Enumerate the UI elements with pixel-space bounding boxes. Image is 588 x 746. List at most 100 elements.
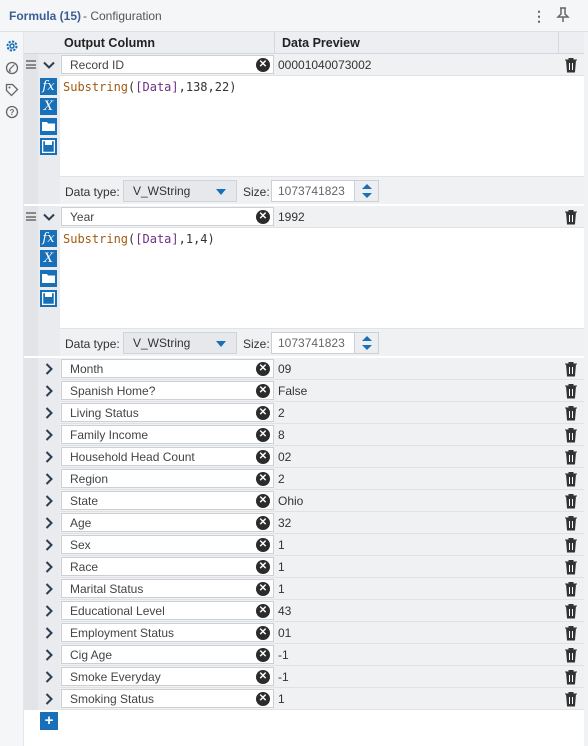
formula-row[interactable]: Month ✕ 09 xyxy=(60,358,584,380)
clear-icon[interactable]: ✕ xyxy=(256,494,270,508)
spin-up-icon[interactable] xyxy=(362,336,372,341)
formula-row[interactable]: Region ✕ 2 xyxy=(60,468,584,490)
size-stepper[interactable] xyxy=(354,181,378,201)
formula-row[interactable]: Cig Age ✕ -1 xyxy=(60,644,584,666)
clear-icon[interactable]: ✕ xyxy=(256,560,270,574)
trash-icon[interactable] xyxy=(564,361,578,377)
chevron-right-icon[interactable] xyxy=(38,402,60,424)
clear-icon[interactable]: ✕ xyxy=(256,428,270,442)
expression-text[interactable]: Substring([Data],1,4) xyxy=(63,232,215,246)
spin-down-icon[interactable] xyxy=(362,193,372,198)
variable-icon[interactable]: X xyxy=(40,98,57,115)
trash-icon[interactable] xyxy=(564,449,578,465)
output-column-field[interactable]: Region xyxy=(61,469,274,488)
chevron-right-icon[interactable] xyxy=(38,578,60,600)
trash-icon[interactable] xyxy=(564,493,578,509)
trash-icon[interactable] xyxy=(564,57,578,73)
clear-icon[interactable]: ✕ xyxy=(256,384,270,398)
clear-icon[interactable]: ✕ xyxy=(256,472,270,486)
chevron-right-icon[interactable] xyxy=(38,468,60,490)
formula-row[interactable]: Household Head Count ✕ 02 xyxy=(60,446,584,468)
output-column-field[interactable]: Household Head Count xyxy=(61,447,274,466)
datatype-select[interactable]: V_WString xyxy=(123,180,237,202)
variable-icon[interactable]: X xyxy=(40,250,57,267)
more-icon[interactable]: ⋮ xyxy=(532,8,546,25)
size-input[interactable]: 1073741823 xyxy=(271,180,379,202)
trash-icon[interactable] xyxy=(564,209,578,225)
clear-icon[interactable]: ✕ xyxy=(256,406,270,420)
output-column-field[interactable]: Educational Level xyxy=(61,601,274,620)
clear-icon[interactable]: ✕ xyxy=(256,582,270,596)
trash-icon[interactable] xyxy=(564,383,578,399)
trash-icon[interactable] xyxy=(564,603,578,619)
output-column-field[interactable]: Year xyxy=(61,207,274,226)
trash-icon[interactable] xyxy=(564,427,578,443)
chevron-right-icon[interactable] xyxy=(38,644,60,666)
formula-row[interactable]: Smoking Status ✕ 1 xyxy=(60,688,584,710)
clear-icon[interactable]: ✕ xyxy=(256,648,270,662)
output-column-field[interactable]: Family Income xyxy=(61,425,274,444)
formula-row[interactable]: Family Income ✕ 8 xyxy=(60,424,584,446)
drag-handle-icon[interactable] xyxy=(26,212,36,221)
save-icon[interactable] xyxy=(40,290,57,307)
chevron-right-icon[interactable] xyxy=(38,446,60,468)
trash-icon[interactable] xyxy=(564,647,578,663)
chevron-right-icon[interactable] xyxy=(38,512,60,534)
output-column-field[interactable]: Smoke Everyday xyxy=(61,667,274,686)
chevron-right-icon[interactable] xyxy=(38,600,60,622)
output-column-field[interactable]: Record ID xyxy=(61,55,274,74)
clear-icon[interactable]: ✕ xyxy=(256,604,270,618)
settings-icon[interactable] xyxy=(5,39,19,53)
chevron-right-icon[interactable] xyxy=(38,424,60,446)
clear-icon[interactable]: ✕ xyxy=(256,450,270,464)
chevron-right-icon[interactable] xyxy=(38,556,60,578)
chevron-right-icon[interactable] xyxy=(38,358,60,380)
clear-icon[interactable]: ✕ xyxy=(256,58,270,72)
formula-row[interactable]: Educational Level ✕ 43 xyxy=(60,600,584,622)
formula-row[interactable]: Sex ✕ 1 xyxy=(60,534,584,556)
output-column-field[interactable]: State xyxy=(61,491,274,510)
chevron-right-icon[interactable] xyxy=(38,534,60,556)
clear-icon[interactable]: ✕ xyxy=(256,210,270,224)
trash-icon[interactable] xyxy=(564,471,578,487)
help-icon[interactable]: ? xyxy=(5,105,19,119)
trash-icon[interactable] xyxy=(564,515,578,531)
open-folder-icon[interactable] xyxy=(40,118,57,135)
formula-row[interactable]: Year ✕ 1992 xyxy=(60,206,584,228)
clear-icon[interactable]: ✕ xyxy=(256,626,270,640)
add-icon[interactable]: + xyxy=(40,712,58,730)
output-column-field[interactable]: Spanish Home? xyxy=(61,381,274,400)
formula-row[interactable]: Race ✕ 1 xyxy=(60,556,584,578)
output-column-field[interactable]: Sex xyxy=(61,535,274,554)
chevron-right-icon[interactable] xyxy=(38,688,60,710)
pin-icon[interactable] xyxy=(556,7,570,23)
trash-icon[interactable] xyxy=(564,625,578,641)
function-icon[interactable]: fx xyxy=(40,230,57,247)
save-icon[interactable] xyxy=(40,138,57,155)
size-input[interactable]: 1073741823 xyxy=(271,332,379,354)
trash-icon[interactable] xyxy=(564,559,578,575)
drag-handle-icon[interactable] xyxy=(26,60,36,69)
trash-icon[interactable] xyxy=(564,537,578,553)
output-column-field[interactable]: Living Status xyxy=(61,403,274,422)
clear-icon[interactable]: ✕ xyxy=(256,516,270,530)
datatype-select[interactable]: V_WString xyxy=(123,332,237,354)
formula-row[interactable]: Marital Status ✕ 1 xyxy=(60,578,584,600)
chevron-right-icon[interactable] xyxy=(38,380,60,402)
chevron-right-icon[interactable] xyxy=(38,490,60,512)
trash-icon[interactable] xyxy=(564,405,578,421)
output-column-field[interactable]: Race xyxy=(61,557,274,576)
output-column-field[interactable]: Age xyxy=(61,513,274,532)
function-icon[interactable]: fx xyxy=(40,78,57,95)
formula-row[interactable]: Living Status ✕ 2 xyxy=(60,402,584,424)
formula-row[interactable]: Record ID ✕ 00001040073002 xyxy=(60,54,584,76)
size-stepper[interactable] xyxy=(354,333,378,353)
formula-row[interactable]: Spanish Home? ✕ False xyxy=(60,380,584,402)
clear-icon[interactable]: ✕ xyxy=(256,670,270,684)
clear-icon[interactable]: ✕ xyxy=(256,538,270,552)
clear-icon[interactable]: ✕ xyxy=(256,692,270,706)
formula-row[interactable]: Smoke Everyday ✕ -1 xyxy=(60,666,584,688)
output-column-field[interactable]: Employment Status xyxy=(61,623,274,642)
expression-text[interactable]: Substring([Data],138,22) xyxy=(63,80,236,94)
annotation-icon[interactable] xyxy=(5,61,19,75)
